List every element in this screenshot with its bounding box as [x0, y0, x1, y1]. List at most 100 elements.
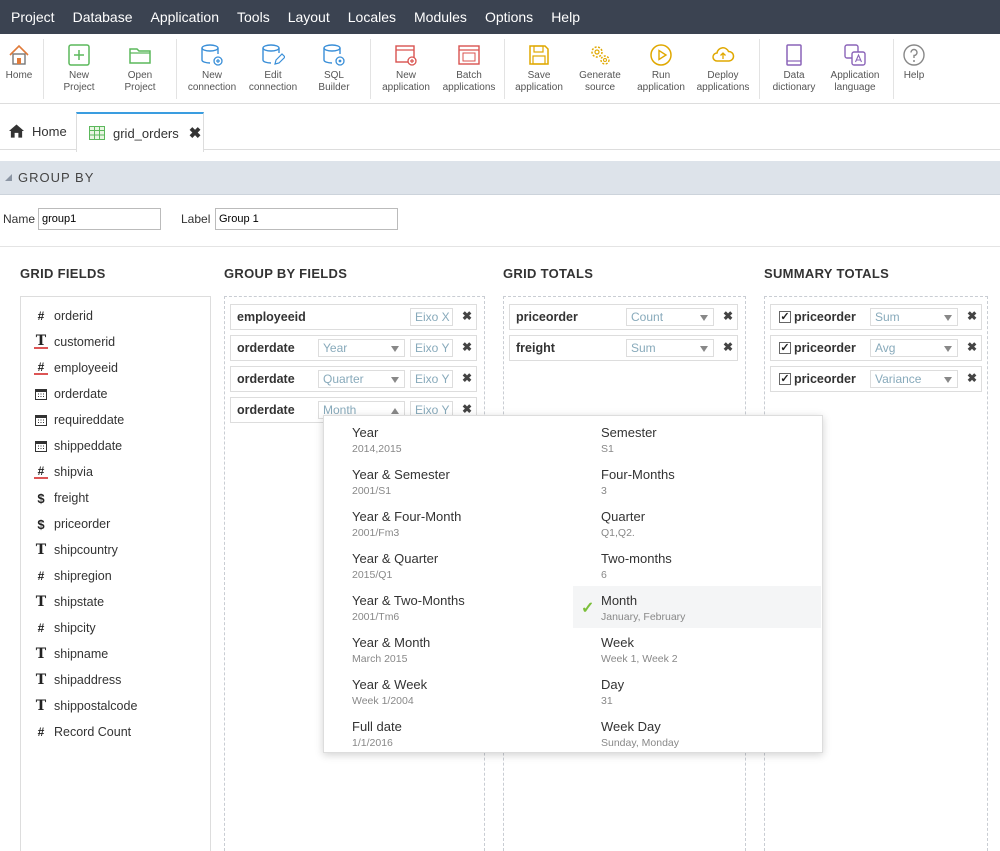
- book-icon: [786, 44, 802, 66]
- date-option[interactable]: Quarter Q1,Q2.: [573, 502, 821, 544]
- date-option-select[interactable]: Year: [318, 339, 405, 357]
- tab-home[interactable]: Home: [0, 112, 76, 150]
- remove-icon[interactable]: ✖: [462, 402, 472, 416]
- grid-field-item[interactable]: # shipvia: [34, 462, 93, 482]
- grid-field-item[interactable]: # orderid: [34, 306, 93, 326]
- grid-field-item[interactable]: Tshipcountry: [34, 540, 118, 560]
- grid-field-item[interactable]: # employeeid: [34, 358, 118, 378]
- close-tab-icon[interactable]: ✖: [189, 124, 202, 142]
- new-application-button[interactable]: New application: [377, 34, 435, 104]
- menu-project[interactable]: Project: [2, 0, 64, 34]
- summary-total-item[interactable]: ✓ priceorder Sum ✖: [770, 304, 982, 330]
- date-option[interactable]: Year & Four-Month 2001/Fm3: [324, 502, 572, 544]
- checkbox-checked[interactable]: ✓: [779, 311, 791, 323]
- grid-field-item[interactable]: Tshippostalcode: [34, 696, 138, 716]
- name-label: Name: [3, 212, 36, 226]
- new-project-button[interactable]: New Project: [52, 34, 106, 104]
- section-header[interactable]: GROUP BY: [0, 161, 1000, 195]
- remove-icon[interactable]: ✖: [462, 371, 472, 385]
- grid-field-item[interactable]: orderdate: [34, 384, 108, 404]
- group-by-item[interactable]: employeeid Eixo X ✖: [230, 304, 477, 330]
- open-project-button[interactable]: Open Project: [113, 34, 167, 104]
- grid-field-item[interactable]: Tshipname: [34, 644, 108, 664]
- grid-field-item[interactable]: requireddate: [34, 410, 124, 430]
- date-option[interactable]: ✓ Month January, February: [573, 586, 821, 628]
- remove-icon[interactable]: ✖: [967, 309, 977, 323]
- grid-field-item[interactable]: # Record Count: [34, 722, 131, 742]
- aggregate-select[interactable]: Count: [626, 308, 714, 326]
- new-connection-button[interactable]: New connection: [184, 34, 240, 104]
- save-application-button[interactable]: Save application: [510, 34, 568, 104]
- name-input[interactable]: [38, 208, 161, 230]
- menu-tools[interactable]: Tools: [228, 0, 279, 34]
- deploy-applications-button[interactable]: Deploy applications: [693, 34, 753, 104]
- grid-field-item[interactable]: $ priceorder: [34, 514, 110, 534]
- axis-select[interactable]: Eixo Y: [410, 370, 453, 388]
- menu-layout[interactable]: Layout: [279, 0, 339, 34]
- grid-field-item[interactable]: Tcustomerid: [34, 332, 115, 352]
- group-by-item[interactable]: orderdate Quarter Eixo Y ✖: [230, 366, 477, 392]
- grid-field-item[interactable]: shippeddate: [34, 436, 122, 456]
- menu-options[interactable]: Options: [476, 0, 542, 34]
- remove-icon[interactable]: ✖: [462, 309, 472, 323]
- batch-applications-button[interactable]: Batch applications: [439, 34, 499, 104]
- date-option-select[interactable]: Quarter: [318, 370, 405, 388]
- remove-icon[interactable]: ✖: [462, 340, 472, 354]
- remove-icon[interactable]: ✖: [723, 340, 733, 354]
- menu-locales[interactable]: Locales: [339, 0, 405, 34]
- grid-field-item[interactable]: Tshipstate: [34, 592, 104, 612]
- checkbox-checked[interactable]: ✓: [779, 373, 791, 385]
- axis-select[interactable]: Eixo Y: [410, 339, 453, 357]
- aggregate-select[interactable]: Variance: [870, 370, 958, 388]
- menu-modules[interactable]: Modules: [405, 0, 476, 34]
- remove-icon[interactable]: ✖: [967, 340, 977, 354]
- checkbox-checked[interactable]: ✓: [779, 342, 791, 354]
- date-option-example: 2001/Tm6: [352, 611, 400, 623]
- date-option[interactable]: Year & Week Week 1/2004: [324, 670, 572, 712]
- date-option[interactable]: Week Day Sunday, Monday: [573, 712, 821, 754]
- tab-grid-orders[interactable]: grid_orders ✖: [76, 112, 204, 152]
- grid-field-item[interactable]: $ freight: [34, 488, 88, 508]
- menu-help[interactable]: Help: [542, 0, 589, 34]
- summary-total-item[interactable]: ✓ priceorder Avg ✖: [770, 335, 982, 361]
- data-dictionary-button[interactable]: Data dictionary: [766, 34, 822, 104]
- date-option[interactable]: Day 31: [573, 670, 821, 712]
- help-button[interactable]: Help: [898, 34, 930, 104]
- date-option[interactable]: Full date 1/1/2016: [324, 712, 572, 754]
- group-by-item[interactable]: orderdate Year Eixo Y ✖: [230, 335, 477, 361]
- remove-icon[interactable]: ✖: [723, 309, 733, 323]
- group-by-field-label: employeeid: [237, 310, 306, 324]
- date-option[interactable]: Four-Months 3: [573, 460, 821, 502]
- date-option[interactable]: Year & Two-Months 2001/Tm6: [324, 586, 572, 628]
- edit-connection-button[interactable]: Edit connection: [245, 34, 301, 104]
- generate-source-button[interactable]: Generate source: [572, 34, 628, 104]
- aggregate-select[interactable]: Avg: [870, 339, 958, 357]
- aggregate-select[interactable]: Sum: [870, 308, 958, 326]
- grid-field-item[interactable]: # shipregion: [34, 566, 112, 586]
- summary-total-item[interactable]: ✓ priceorder Variance ✖: [770, 366, 982, 392]
- date-option[interactable]: Year & Quarter 2015/Q1: [324, 544, 572, 586]
- sql-builder-button[interactable]: SQL Builder: [306, 34, 362, 104]
- run-application-button[interactable]: Run application: [632, 34, 690, 104]
- chevron-icon: [391, 408, 399, 414]
- menu-application[interactable]: Application: [142, 0, 229, 34]
- home-button[interactable]: Home: [0, 34, 38, 104]
- menu-database[interactable]: Database: [64, 0, 142, 34]
- number-type-icon: #: [37, 569, 45, 583]
- date-option[interactable]: Two-months 6: [573, 544, 821, 586]
- axis-select[interactable]: Eixo X: [410, 308, 453, 326]
- date-option[interactable]: Week Week 1, Week 2: [573, 628, 821, 670]
- date-option[interactable]: Year & Semester 2001/S1: [324, 460, 572, 502]
- date-option[interactable]: Semester S1: [573, 418, 821, 460]
- grid-total-item[interactable]: priceorder Count ✖: [509, 304, 738, 330]
- grid-total-item[interactable]: freight Sum ✖: [509, 335, 738, 361]
- grid-field-item[interactable]: # shipcity: [34, 618, 96, 638]
- date-option[interactable]: Year & Month March 2015: [324, 628, 572, 670]
- label-input[interactable]: [215, 208, 398, 230]
- remove-icon[interactable]: ✖: [967, 371, 977, 385]
- date-option[interactable]: Year 2014,2015: [324, 418, 572, 460]
- grid-field-item[interactable]: Tshipaddress: [34, 670, 122, 690]
- aggregate-select[interactable]: Sum: [626, 339, 714, 357]
- application-language-button[interactable]: Application language: [824, 34, 886, 104]
- number-type-icon: #: [37, 725, 45, 739]
